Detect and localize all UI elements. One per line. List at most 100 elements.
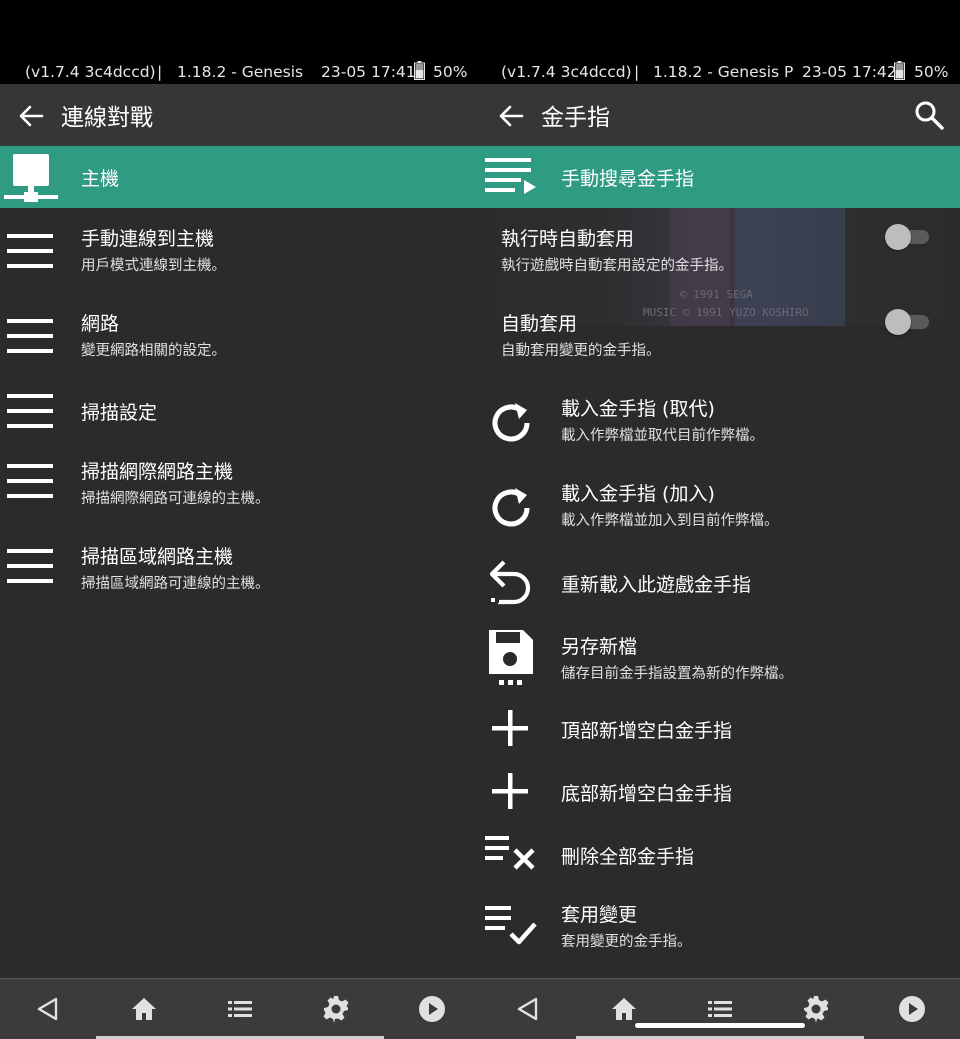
menu-item-delete-all[interactable]: 刪除全部金手指 [480, 826, 960, 884]
battery-text: 50% [433, 63, 468, 81]
undo-icon [489, 560, 531, 605]
toggle-knob [885, 309, 911, 335]
status-separator: | [157, 63, 163, 81]
play-circle-icon[interactable] [898, 995, 926, 1023]
core-text: 1.18.2 - Genesis P [653, 63, 794, 81]
menu-item-auto-apply[interactable]: 自動套用 自動套用變更的金手指。 [480, 301, 960, 377]
menu-item-label: 自動套用 [501, 313, 578, 335]
menu-item-load-append[interactable]: 載入金手指 (加入) 載入作弊檔並加入到目前作弊檔。 [480, 471, 960, 547]
menu-item-load-replace[interactable]: 載入金手指 (取代) 載入作弊檔並取代目前作弊檔。 [480, 386, 960, 462]
clock-text: 23-05 17:41 [321, 63, 416, 81]
menu-item-description: 用戶模式連線到主機。 [81, 258, 226, 274]
menu-item-description: 儲存目前金手指設置為新的作弊檔。 [561, 666, 793, 682]
list-icon[interactable] [706, 995, 734, 1023]
menu-item-label: 刪除全部金手指 [561, 846, 695, 868]
auto-apply-launch-toggle[interactable] [885, 223, 933, 250]
menu-lines-icon [7, 549, 53, 583]
menu-item-manual-search[interactable]: 手動搜尋金手指 [480, 146, 960, 208]
menu-item-manual-connect[interactable]: 手動連線到主機 用戶模式連線到主機。 [0, 216, 480, 292]
menu-item-scan-lan[interactable]: 掃描區域網路主機 掃描區域網路可連線的主機。 [0, 534, 480, 610]
playlist-play-icon [485, 158, 536, 194]
page-title: 金手指 [541, 105, 610, 131]
bottom-nav-bar [480, 978, 960, 1039]
menu-item-label: 底部新增空白金手指 [561, 783, 733, 805]
menu-item-label: 套用變更 [561, 904, 638, 926]
menu-item-host[interactable]: 主機 [0, 146, 480, 208]
save-icon [489, 630, 533, 685]
menu-lines-icon [7, 234, 53, 268]
toggle-knob [885, 224, 911, 250]
menu-item-reload-game-cheats[interactable]: 重新載入此遊戲金手指 [480, 554, 960, 616]
menu-item-description: 變更網路相關的設定。 [81, 343, 226, 359]
list-check-icon [485, 906, 537, 945]
host-network-icon [4, 154, 58, 202]
home-icon[interactable] [130, 995, 158, 1023]
menu-item-label: 手動搜尋金手指 [561, 168, 695, 190]
menu-lines-icon [7, 319, 53, 353]
clock-text: 23-05 17:42 [802, 63, 897, 81]
reload-icon [492, 488, 530, 527]
plus-icon [492, 773, 528, 809]
menu-item-description: 掃描區域網路可連線的主機。 [81, 576, 270, 592]
reload-icon [492, 403, 530, 442]
status-separator: | [634, 63, 640, 81]
menu-item-label: 頂部新增空白金手指 [561, 720, 733, 742]
menu-item-label: 掃描區域網路主機 [81, 546, 234, 568]
gear-icon[interactable] [802, 995, 830, 1023]
menu-item-label: 載入金手指 (取代) [561, 398, 715, 420]
clear-list-icon [485, 836, 535, 870]
menu-item-label: 重新載入此遊戲金手指 [561, 574, 752, 596]
menu-item-description: 掃描網際網路可連線的主機。 [81, 491, 270, 507]
battery-icon [414, 61, 425, 80]
menu-item-description: 執行遊戲時自動套用設定的金手指。 [501, 258, 733, 274]
gear-icon[interactable] [322, 995, 350, 1023]
menu-item-scan-internet[interactable]: 掃描網際網路主機 掃描網際網路可連線的主機。 [0, 449, 480, 525]
list-icon[interactable] [226, 995, 254, 1023]
menu-item-description: 載入作弊檔並取代目前作弊檔。 [561, 428, 764, 444]
netplay-pane: (v1.7.4 3c4dccd) | 1.18.2 - Genesis 23-0… [0, 0, 480, 1039]
menu-item-save-as[interactable]: 另存新檔 儲存目前金手指設置為新的作弊檔。 [480, 624, 960, 700]
core-text: 1.18.2 - Genesis [177, 63, 304, 81]
menu-item-description: 套用變更的金手指。 [561, 934, 692, 950]
menu-item-label: 載入金手指 (加入) [561, 483, 715, 505]
gesture-pill[interactable] [635, 1023, 805, 1028]
version-text: (v1.7.4 3c4dccd) [25, 63, 156, 81]
status-bar: (v1.7.4 3c4dccd) | 1.18.2 - Genesis 23-0… [0, 0, 480, 84]
auto-apply-toggle[interactable] [885, 308, 933, 335]
back-triangle-icon[interactable] [34, 995, 62, 1023]
play-circle-icon[interactable] [418, 995, 446, 1023]
menu-lines-icon [7, 394, 53, 428]
app-bar: 連線對戰 [0, 84, 480, 146]
menu-item-add-top[interactable]: 頂部新增空白金手指 [480, 700, 960, 758]
plus-icon [492, 710, 528, 746]
menu-item-apply-changes[interactable]: 套用變更 套用變更的金手指。 [480, 892, 960, 968]
search-icon[interactable] [914, 100, 944, 130]
status-bar: (v1.7.4 3c4dccd) | 1.18.2 - Genesis P 23… [480, 0, 960, 84]
battery-icon [894, 61, 905, 80]
battery-text: 50% [914, 63, 949, 81]
back-triangle-icon[interactable] [514, 995, 542, 1023]
menu-item-label: 主機 [81, 168, 120, 190]
home-icon[interactable] [610, 995, 638, 1023]
menu-item-auto-apply-on-launch[interactable]: 執行時自動套用 執行遊戲時自動套用設定的金手指。 [480, 216, 960, 292]
menu-item-label: 另存新檔 [561, 636, 638, 658]
menu-item-label: 掃描網際網路主機 [81, 461, 234, 483]
menu-item-network[interactable]: 網路 變更網路相關的設定。 [0, 301, 480, 377]
menu-item-label: 掃描設定 [81, 402, 158, 424]
menu-list: 主機 手動連線到主機 用戶模式連線到主機。 網路 變更網路相關的設定。 掃描設定 [0, 146, 480, 978]
menu-item-add-bottom[interactable]: 底部新增空白金手指 [480, 763, 960, 821]
menu-item-label: 執行時自動套用 [501, 228, 635, 250]
menu-item-scan-settings[interactable]: 掃描設定 [0, 382, 480, 440]
cheats-pane: (v1.7.4 3c4dccd) | 1.18.2 - Genesis P 23… [480, 0, 960, 1039]
menu-list: © 1991 SEGA MUSIC © 1991 YUZO KOSHIRO 手動… [480, 146, 960, 978]
menu-lines-icon [7, 464, 53, 498]
menu-item-description: 載入作弊檔並加入到目前作弊檔。 [561, 513, 779, 529]
arrow-back-icon[interactable] [498, 103, 524, 129]
page-title: 連線對戰 [61, 105, 153, 131]
menu-item-description: 自動套用變更的金手指。 [501, 343, 661, 359]
version-text: (v1.7.4 3c4dccd) [501, 63, 632, 81]
menu-item-label: 網路 [81, 313, 120, 335]
menu-item-label: 手動連線到主機 [81, 228, 215, 250]
arrow-back-icon[interactable] [18, 103, 44, 129]
app-bar: 金手指 [480, 84, 960, 146]
